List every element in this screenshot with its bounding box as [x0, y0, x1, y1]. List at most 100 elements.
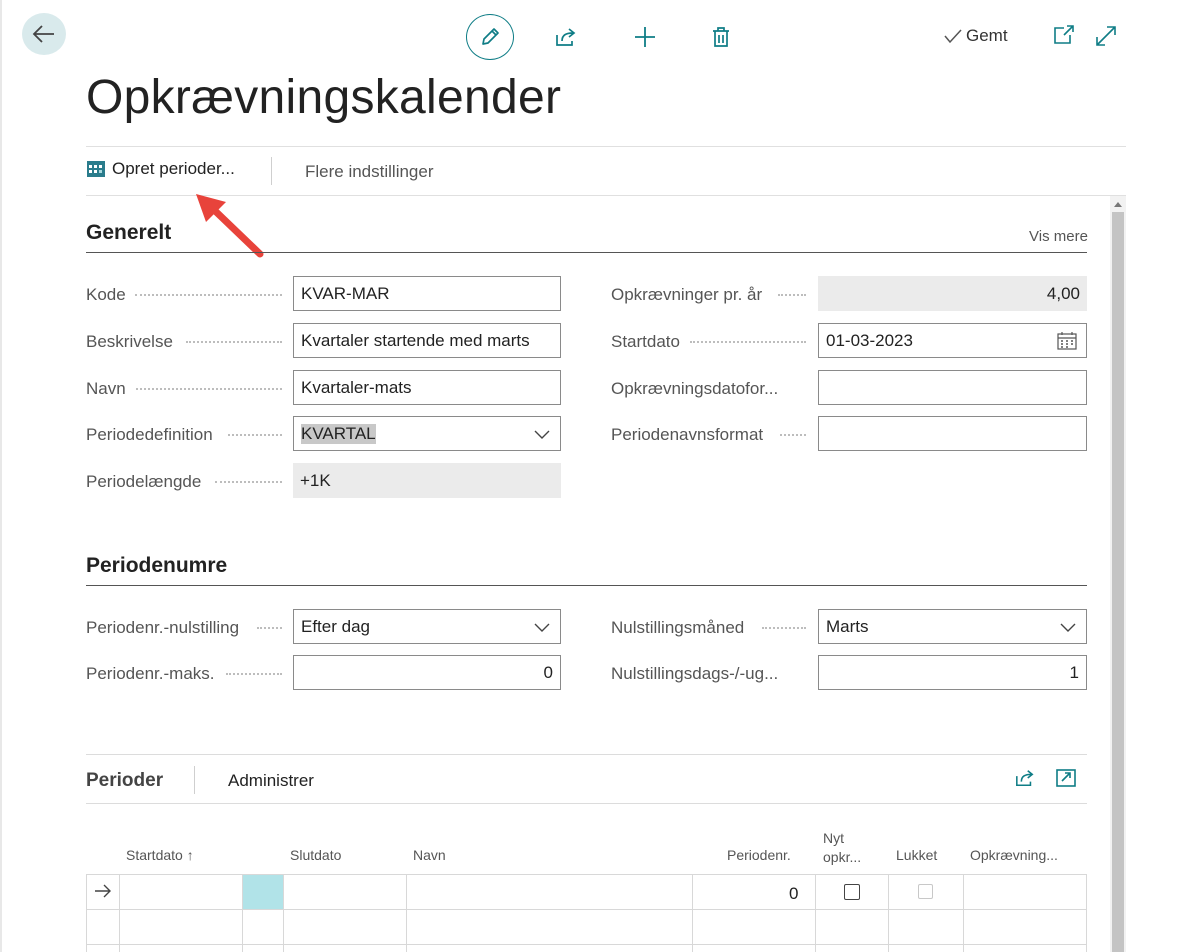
- column-header-new-collection-line2[interactable]: opkr...: [823, 849, 861, 865]
- period-definition-leader-dots: [228, 434, 282, 436]
- chevron-down-icon: [1060, 623, 1076, 632]
- name-label: Navn: [86, 379, 126, 398]
- expand-icon: [1096, 26, 1116, 46]
- column-header-closed[interactable]: Lukket: [896, 847, 937, 863]
- reset-day-label: Nulstillingsdags-/-ug...: [611, 664, 779, 683]
- reset-month-label: Nulstillingsmåned: [611, 618, 745, 637]
- start-date-field[interactable]: 01-03-2023: [818, 323, 1087, 358]
- code-label: Kode: [86, 285, 126, 304]
- create-periods-action[interactable]: Opret perioder...: [86, 159, 235, 179]
- grid-column-divider: [119, 874, 120, 952]
- grid-column-divider: [283, 874, 284, 952]
- grid-column-divider: [692, 874, 693, 952]
- period-reset-select[interactable]: Efter dag: [293, 609, 561, 644]
- period-definition-label: Periodedefinition: [86, 425, 213, 444]
- pencil-icon: [482, 28, 499, 45]
- column-header-name[interactable]: Navn: [413, 847, 446, 863]
- grid-header-divider: [86, 874, 1087, 875]
- plus-icon: [635, 27, 655, 47]
- more-options-action[interactable]: Flere indstillinger: [305, 162, 434, 182]
- grid-column-divider: [86, 874, 87, 952]
- page-title: Opkrævningskalender: [86, 71, 562, 124]
- column-header-end-date[interactable]: Slutdato: [290, 847, 341, 863]
- share-icon: [1016, 770, 1034, 787]
- periods-part-top-divider: [86, 754, 1087, 755]
- period-no-cell[interactable]: 0: [789, 884, 798, 904]
- collection-date-format-field[interactable]: [818, 370, 1087, 405]
- back-button[interactable]: [22, 13, 66, 55]
- period-name-format-field[interactable]: [818, 416, 1087, 451]
- general-section-divider: [86, 252, 1087, 253]
- column-header-collection[interactable]: Opkrævning...: [970, 847, 1058, 863]
- column-header-period-no[interactable]: Periodenr.: [727, 847, 791, 863]
- reset-month-value: Marts: [826, 616, 869, 636]
- description-label: Beskrivelse: [86, 332, 173, 351]
- delete-button[interactable]: [697, 14, 745, 60]
- calendar-icon[interactable]: [1057, 332, 1077, 350]
- periods-part-bottom-divider: [86, 803, 1087, 804]
- period-reset-leader-dots: [257, 627, 282, 629]
- expand-button[interactable]: [1094, 24, 1120, 50]
- period-name-format-leader-dots: [780, 434, 806, 436]
- general-section-title[interactable]: Generelt: [86, 221, 171, 245]
- trash-icon: [713, 27, 729, 47]
- action-bar: Opret perioder... Flere indstillinger: [86, 146, 1126, 196]
- checkmark-icon: [944, 29, 962, 44]
- collections-per-year-label: Opkrævninger pr. år: [611, 285, 763, 304]
- manage-action[interactable]: Administrer: [228, 771, 314, 791]
- share-button[interactable]: [542, 14, 590, 60]
- row-indicator-arrow-icon: [95, 884, 111, 898]
- selected-cell[interactable]: [243, 875, 283, 909]
- start-date-value: 01-03-2023: [826, 330, 913, 350]
- name-leader-dots: [136, 388, 282, 390]
- scrollbar-thumb[interactable]: [1112, 212, 1124, 952]
- periods-expand-button[interactable]: [1055, 768, 1079, 792]
- grid-column-divider: [1086, 874, 1087, 952]
- closed-checkbox: [918, 884, 933, 899]
- collections-per-year-field: 4,00: [818, 276, 1087, 311]
- new-button[interactable]: [621, 14, 669, 60]
- show-more-link[interactable]: Vis mere: [1029, 228, 1088, 245]
- chevron-down-icon: [534, 623, 550, 632]
- column-header-start-date[interactable]: Startdato ↑: [126, 847, 194, 863]
- collections-per-year-leader-dots: [778, 294, 806, 296]
- period-length-label: Periodelængde: [86, 472, 202, 491]
- name-field[interactable]: Kvartaler-mats: [293, 370, 561, 405]
- start-date-label: Startdato: [611, 332, 680, 351]
- code-field[interactable]: KVAR-MAR: [293, 276, 561, 311]
- saved-status: Gemt: [944, 26, 1008, 46]
- reset-month-select[interactable]: Marts: [818, 609, 1087, 644]
- grid-column-divider: [406, 874, 407, 952]
- code-leader-dots: [135, 294, 282, 296]
- period-max-leader-dots: [226, 673, 282, 675]
- period-name-format-label: Periodenavnsformat: [611, 425, 764, 444]
- scroll-up-button[interactable]: [1110, 196, 1126, 212]
- period-length-leader-dots: [215, 481, 282, 483]
- periods-part-separator: [194, 766, 195, 794]
- period-max-field[interactable]: 0: [293, 655, 561, 690]
- reset-month-leader-dots: [762, 627, 806, 629]
- description-field[interactable]: Kvartaler startende med marts: [293, 323, 561, 358]
- period-numbers-section-title[interactable]: Periodenumre: [86, 554, 227, 578]
- period-definition-select[interactable]: KVARTAL: [293, 416, 561, 451]
- grid-row-divider: [86, 944, 1087, 945]
- reset-day-field[interactable]: 1: [818, 655, 1087, 690]
- periods-share-button[interactable]: [1014, 768, 1038, 792]
- open-fullscreen-icon: [1056, 769, 1076, 787]
- periods-part-title[interactable]: Perioder: [86, 770, 163, 792]
- chevron-down-icon: [534, 430, 550, 439]
- edit-button[interactable]: [466, 14, 514, 60]
- share-icon: [556, 28, 576, 46]
- description-leader-dots: [186, 341, 282, 343]
- action-separator: [271, 157, 272, 185]
- grid-column-divider: [815, 874, 816, 952]
- open-in-new-window-button[interactable]: [1052, 24, 1078, 48]
- arrow-left-icon: [32, 25, 54, 43]
- grid-row-divider: [86, 909, 1087, 910]
- period-reset-label: Periodenr.-nulstilling: [86, 618, 240, 637]
- period-length-field: +1K: [293, 463, 561, 498]
- new-collection-checkbox[interactable]: [844, 884, 860, 900]
- create-periods-label: Opret perioder...: [112, 159, 235, 178]
- column-header-new-collection-line1[interactable]: Nyt: [823, 830, 844, 846]
- saved-label: Gemt: [966, 26, 1008, 45]
